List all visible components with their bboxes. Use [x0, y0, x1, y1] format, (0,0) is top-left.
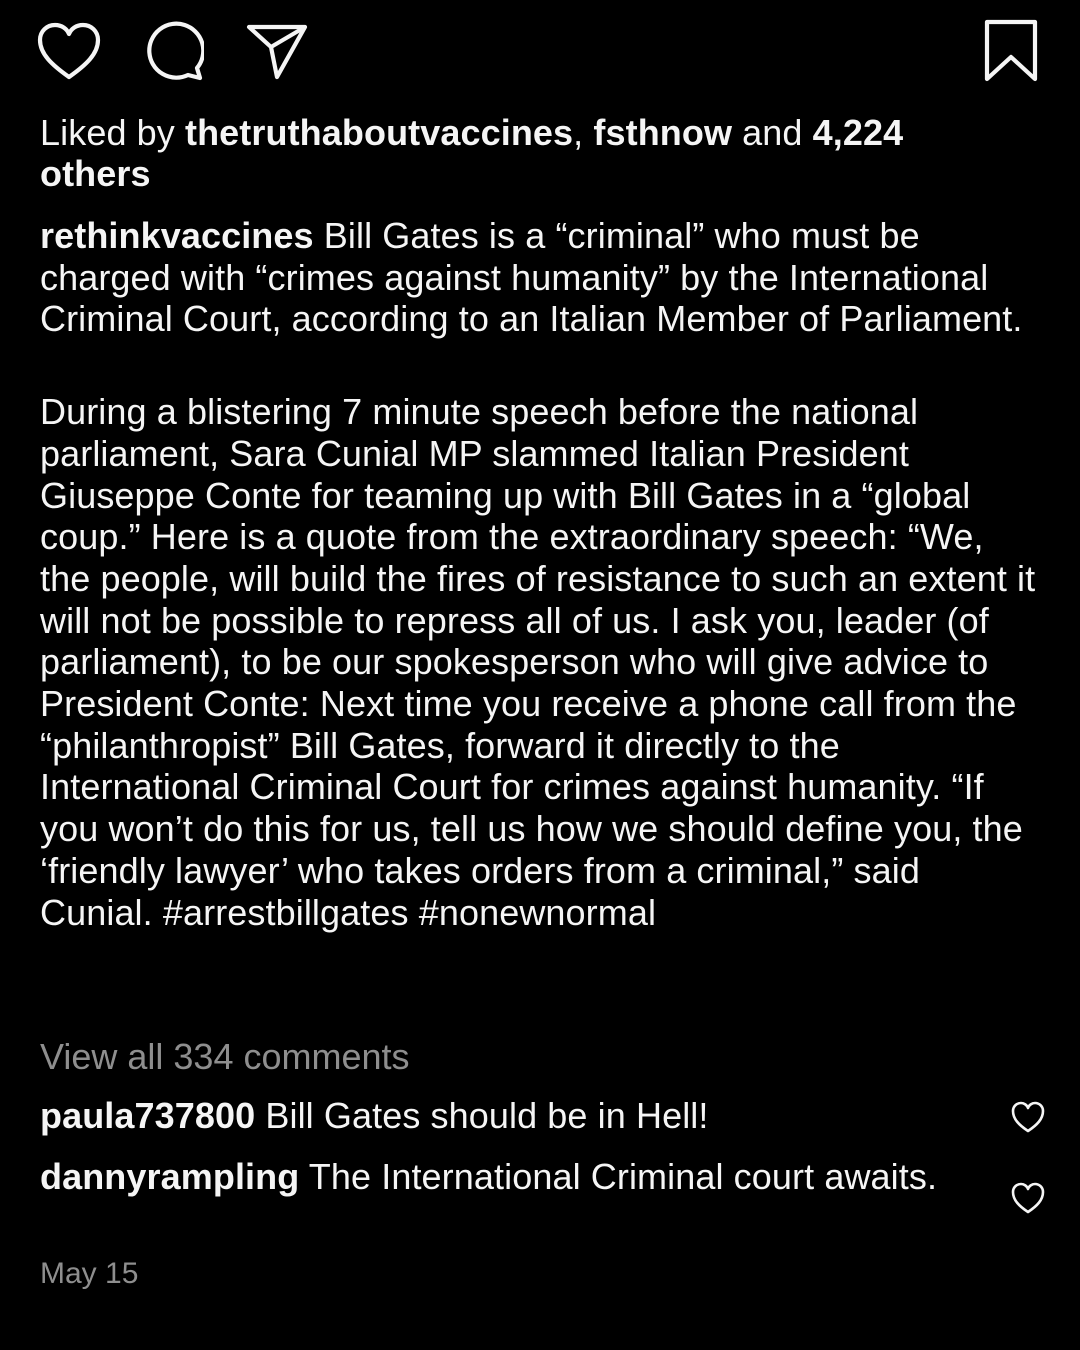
- comment-item: dannyrampling The International Criminal…: [40, 1156, 970, 1198]
- comment-username-link[interactable]: paula737800: [40, 1095, 255, 1136]
- hashtag-spacer: [409, 892, 419, 933]
- likes-separator: ,: [573, 112, 594, 153]
- likes-prefix: Liked by: [40, 112, 185, 153]
- post-action-bar: [36, 18, 1044, 84]
- caption-username-link[interactable]: rethinkvaccines: [40, 215, 314, 256]
- instagram-post: Liked by thetruthaboutvaccines, fsthnow …: [0, 0, 1080, 1350]
- comment-item: paula737800 Bill Gates should be in Hell…: [40, 1095, 970, 1137]
- paper-plane-icon[interactable]: [244, 18, 310, 84]
- comment-text: Bill Gates should be in Hell!: [255, 1095, 709, 1136]
- view-all-comments-link[interactable]: View all 334 comments: [40, 1036, 410, 1077]
- comment-username-link[interactable]: dannyrampling: [40, 1156, 299, 1197]
- speech-bubble-icon[interactable]: [140, 18, 206, 84]
- comment-heart-icon[interactable]: [1010, 1181, 1046, 1217]
- liked-by-user-link[interactable]: fsthnow: [593, 112, 732, 153]
- hashtag-link[interactable]: #nonewnormal: [419, 892, 656, 933]
- likes-and: and: [732, 112, 813, 153]
- caption-text: During a blistering 7 minute speech befo…: [40, 391, 1046, 933]
- caption-paragraph: During a blistering 7 minute speech befo…: [40, 391, 1040, 933]
- bookmark-icon[interactable]: [978, 18, 1044, 84]
- likes-summary: Liked by thetruthaboutvaccines, fsthnow …: [40, 112, 1020, 194]
- comment-heart-icon[interactable]: [1010, 1100, 1046, 1136]
- heart-outline-icon[interactable]: [36, 18, 102, 84]
- liked-by-user-link[interactable]: thetruthaboutvaccines: [185, 112, 573, 153]
- post-caption: rethinkvaccines Bill Gates is a “crimina…: [40, 215, 1040, 933]
- hashtag-link[interactable]: #arrestbillgates: [163, 892, 409, 933]
- caption-paragraph: rethinkvaccines Bill Gates is a “crimina…: [40, 215, 1040, 340]
- comment-text: The International Criminal court awaits.: [299, 1156, 938, 1197]
- post-date: May 15: [40, 1257, 139, 1290]
